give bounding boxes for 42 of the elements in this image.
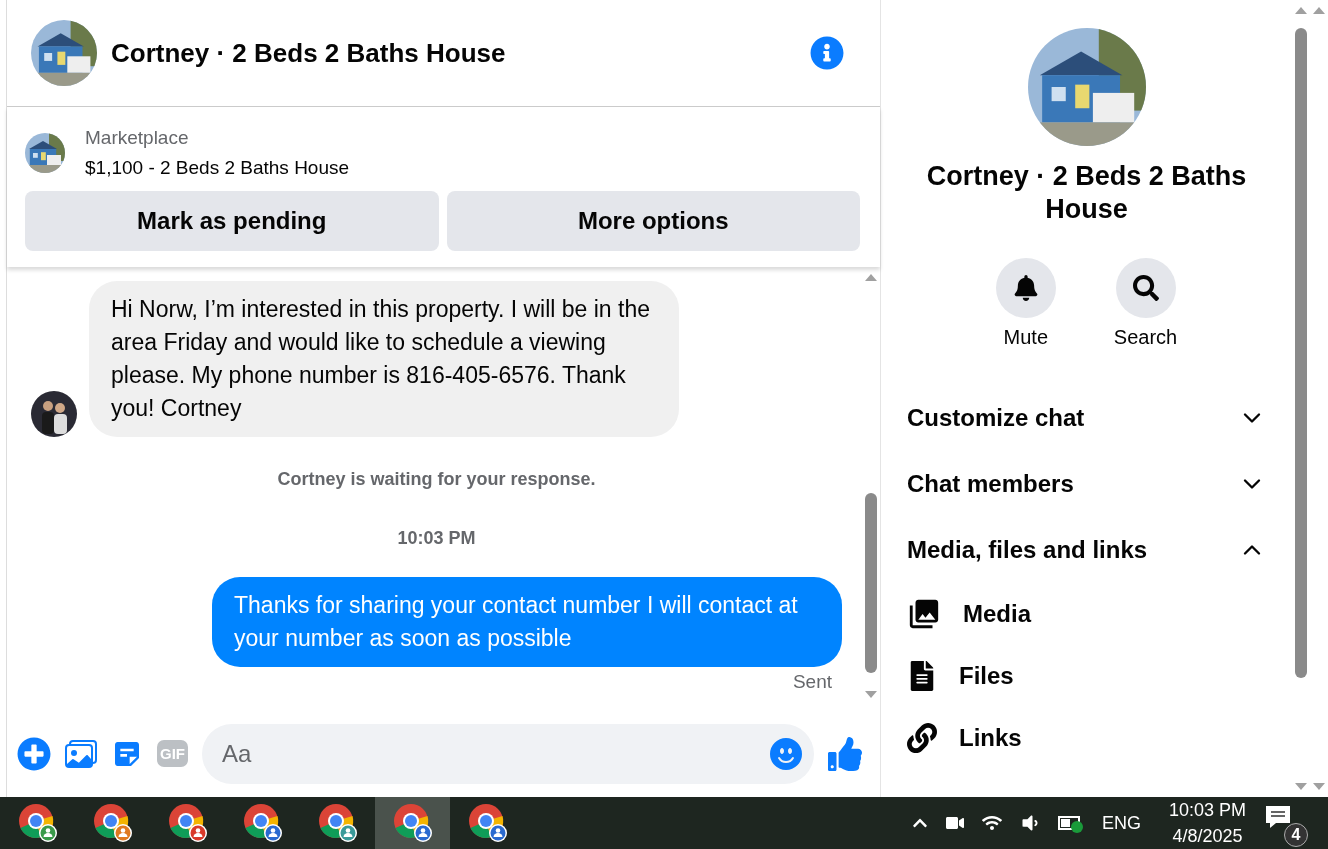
clock[interactable]: 10:03 PM 4/8/2025	[1168, 797, 1246, 849]
message-bubble: Hi Norw, I’m interested in this property. I will be in the area Friday and would like to schedule a viewing please. My phone number is 816-405-6576. Thank you! Cortney	[89, 281, 679, 437]
browser-icon	[392, 803, 433, 843]
action-button[interactable]: More options	[446, 191, 860, 251]
language-indicator[interactable]: ENG	[1101, 812, 1141, 834]
delivery-status: Sent	[792, 671, 833, 693]
browser-icon	[17, 803, 58, 843]
chat-title: Cortney · 2 Beds 2 Baths House	[111, 37, 507, 69]
conversation-name: Cortney · 2 Beds 2 Baths House	[925, 160, 1248, 226]
taskbar-app[interactable]	[375, 797, 450, 849]
section-header[interactable]: Media, files and links	[907, 517, 1266, 583]
timestamp: 10:03 PM	[396, 528, 477, 549]
action-button[interactable]: Mark as pending	[25, 191, 439, 251]
bell-icon	[1012, 275, 1039, 301]
listing-title: $1,100 - 2 Beds 2 Baths House	[85, 156, 350, 180]
camera-icon[interactable]	[945, 814, 964, 832]
section-header[interactable]: Chat members	[907, 451, 1266, 517]
photos-icon[interactable]	[65, 737, 97, 770]
message-field[interactable]: Aa	[202, 723, 814, 784]
menu-item[interactable]: Links	[907, 707, 1266, 769]
browser-icon	[467, 803, 508, 843]
browser-icon	[167, 803, 208, 843]
add-icon[interactable]	[17, 736, 51, 771]
notifications-icon[interactable]	[1264, 803, 1292, 831]
emoji-icon[interactable]	[770, 737, 802, 770]
battery-icon[interactable]	[1057, 813, 1084, 833]
info-icon[interactable]	[810, 36, 844, 70]
wifi-icon[interactable]	[981, 813, 1002, 833]
link-icon	[907, 723, 937, 753]
section-header[interactable]: Customize chat	[907, 385, 1266, 451]
search-icon	[1132, 275, 1159, 301]
message-bubble: Thanks for sharing your contact number I will contact at your number as soon as possible	[212, 577, 842, 667]
browser-icon	[242, 803, 283, 843]
browser-icon	[92, 803, 133, 843]
notification-count: 4	[1284, 823, 1308, 847]
thumbs-up-icon[interactable]	[828, 736, 862, 771]
browser-icon	[317, 803, 358, 843]
status-text: Cortney is waiting for your response.	[276, 469, 597, 490]
menu-item[interactable]: Files	[907, 645, 1266, 707]
menu-item[interactable]: Media	[907, 583, 1266, 645]
listing-label: Marketplace	[85, 126, 190, 150]
photos-icon	[907, 597, 941, 631]
